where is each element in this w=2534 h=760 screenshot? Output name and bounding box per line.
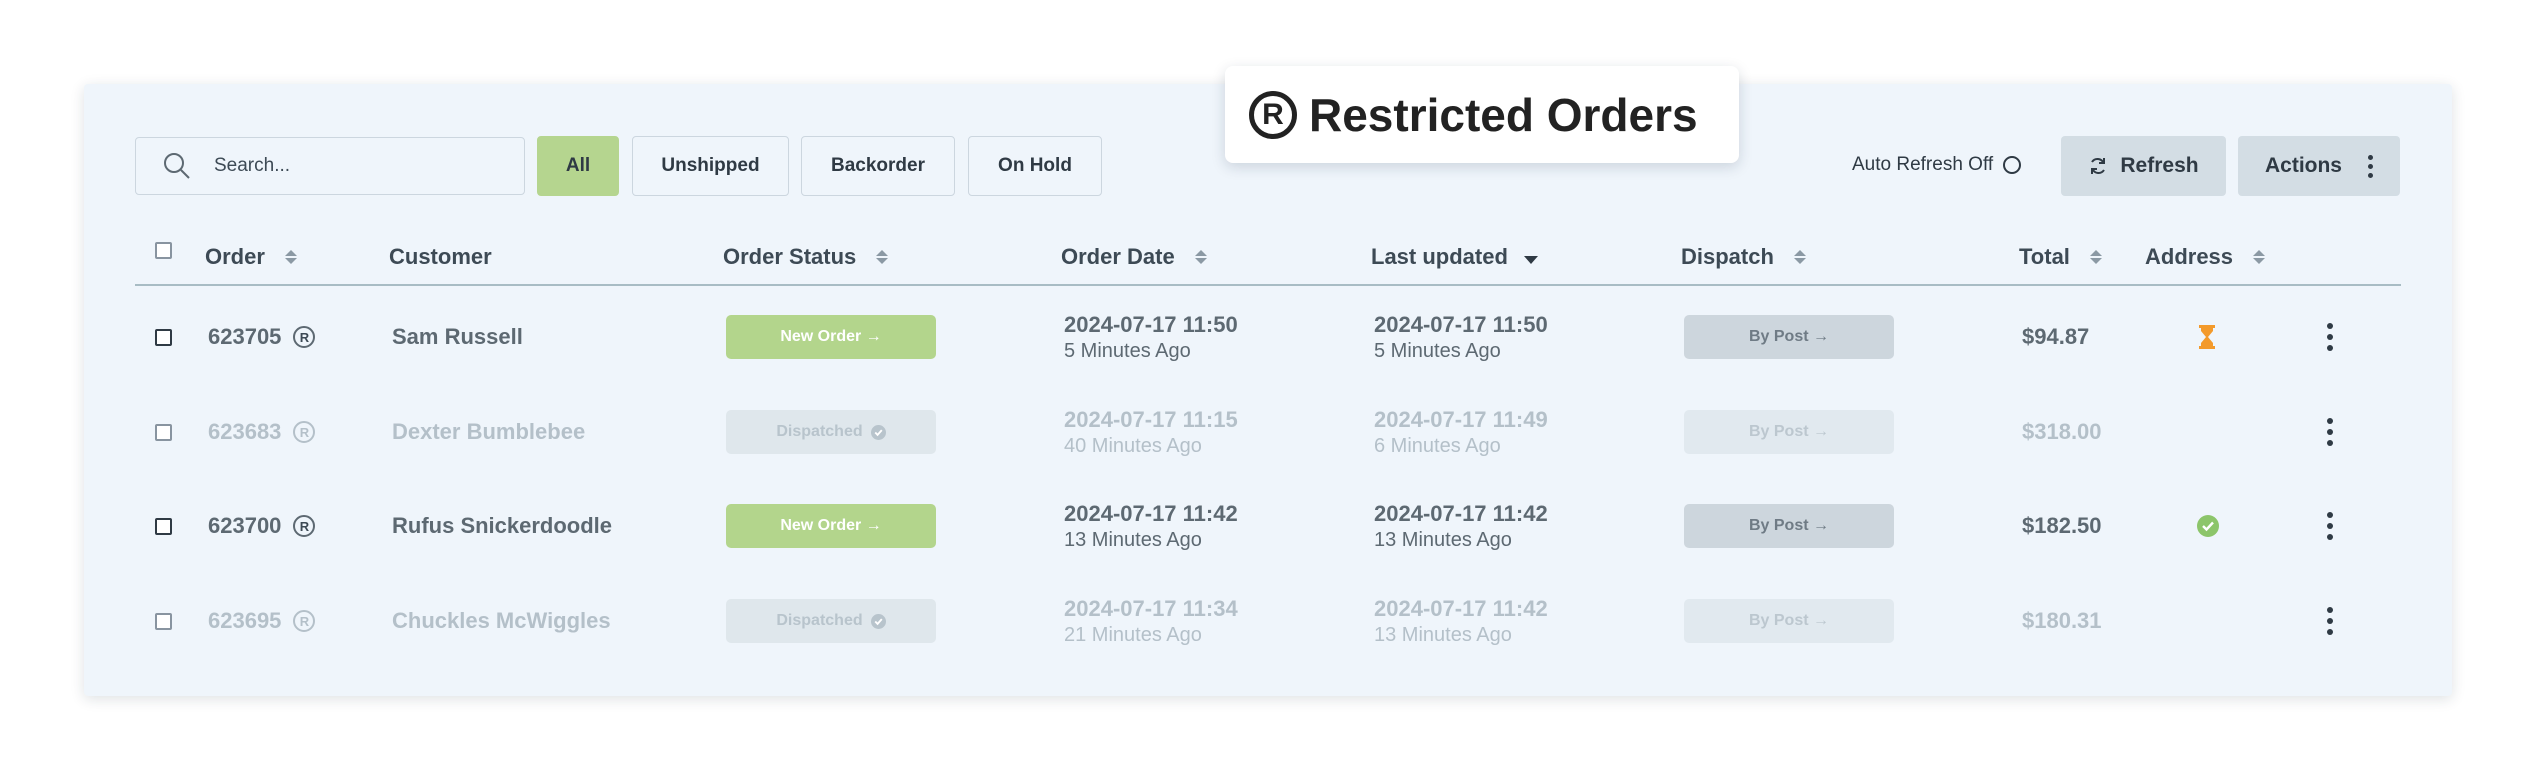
filter-backorder[interactable]: Backorder xyxy=(801,136,955,196)
search-box[interactable] xyxy=(135,137,525,195)
col-customer: Customer xyxy=(389,244,492,269)
order-date-cell: 2024-07-17 11:15 40 Minutes Ago xyxy=(1064,406,1238,457)
total-amount: $182.50 xyxy=(2022,513,2102,538)
updated-date-cell: 2024-07-17 11:42 13 Minutes Ago xyxy=(1374,595,1548,646)
table-header: Order Customer Order Status Order Date L… xyxy=(135,236,2401,286)
sort-icon xyxy=(2089,250,2102,264)
dispatch-badge[interactable]: By Post → xyxy=(1684,599,1894,643)
row-menu-button[interactable] xyxy=(2327,479,2333,573)
registered-icon: R xyxy=(293,326,316,348)
row-checkbox[interactable] xyxy=(155,290,172,384)
auto-refresh-toggle[interactable]: Auto Refresh Off xyxy=(1852,154,2022,176)
registered-icon: R xyxy=(1249,90,1297,139)
sort-icon xyxy=(1793,250,1806,264)
col-last-updated[interactable]: Last updated xyxy=(1371,244,1538,270)
dispatch-cell[interactable]: By Post → xyxy=(1684,479,1894,573)
sort-desc-icon xyxy=(1523,256,1538,264)
table-row[interactable]: 623695 R Chuckles McWiggles Dispatched 20… xyxy=(135,574,2401,668)
sort-icon xyxy=(284,250,297,264)
check-circle-icon xyxy=(870,424,886,440)
table-row[interactable]: 623705 R Sam Russell New Order → 2024-07-… xyxy=(135,290,2401,384)
filter-all[interactable]: All xyxy=(537,136,619,196)
status-cell[interactable]: Dispatched xyxy=(726,385,936,479)
sort-icon xyxy=(1194,250,1207,264)
address-status xyxy=(2197,479,2219,573)
status-cell[interactable]: New Order → xyxy=(726,479,936,573)
row-menu-button[interactable] xyxy=(2327,290,2333,384)
customer-name: Rufus Snickerdoodle xyxy=(392,513,613,538)
address-status xyxy=(2198,290,2216,384)
refresh-label: Refresh xyxy=(2120,154,2199,177)
more-vertical-icon xyxy=(2327,418,2333,446)
filter-on-hold[interactable]: On Hold xyxy=(968,136,1102,196)
total-amount: $180.31 xyxy=(2022,608,2102,633)
refresh-icon xyxy=(2091,157,2106,175)
order-id-cell: 623705 R xyxy=(208,290,316,384)
search-input[interactable] xyxy=(214,155,494,177)
status-badge[interactable]: New Order → xyxy=(726,315,936,359)
col-dispatch[interactable]: Dispatch xyxy=(1681,244,1806,270)
row-checkbox[interactable] xyxy=(155,574,172,668)
page-title-card: R Restricted Orders xyxy=(1225,66,1739,163)
sort-icon xyxy=(876,250,889,264)
sort-icon xyxy=(2253,250,2266,264)
status-badge[interactable]: New Order → xyxy=(726,504,936,548)
registered-icon: R xyxy=(293,515,316,537)
col-total[interactable]: Total xyxy=(2019,244,2102,270)
col-order-status[interactable]: Order Status xyxy=(723,244,889,270)
auto-refresh-label: Auto Refresh Off xyxy=(1852,154,1994,175)
refresh-button[interactable]: Refresh xyxy=(2061,136,2226,196)
total-amount: $94.87 xyxy=(2022,324,2090,349)
auto-refresh-radio[interactable] xyxy=(2003,156,2022,174)
status-badge[interactable]: Dispatched xyxy=(726,599,936,643)
filter-unshipped[interactable]: Unshipped xyxy=(632,136,789,196)
row-checkbox[interactable] xyxy=(155,479,172,573)
col-order[interactable]: Order xyxy=(205,244,297,270)
row-checkbox[interactable] xyxy=(155,385,172,479)
customer-name: Chuckles McWiggles xyxy=(392,608,611,633)
col-order-date[interactable]: Order Date xyxy=(1061,244,1207,270)
dispatch-cell[interactable]: By Post → xyxy=(1684,574,1894,668)
check-circle-icon xyxy=(870,613,886,629)
customer-name: Dexter Bumblebee xyxy=(392,419,586,444)
row-menu-button[interactable] xyxy=(2327,574,2333,668)
row-menu-button[interactable] xyxy=(2327,385,2333,479)
table-row[interactable]: 623700 R Rufus Snickerdoodle New Order → … xyxy=(135,479,2401,573)
search-icon xyxy=(164,153,190,179)
order-id-cell: 623700 R xyxy=(208,479,316,573)
order-id-cell: 623695 R xyxy=(208,574,316,668)
updated-date-cell: 2024-07-17 11:50 5 Minutes Ago xyxy=(1374,311,1548,362)
more-vertical-icon xyxy=(2368,154,2373,178)
col-address[interactable]: Address xyxy=(2145,244,2266,270)
actions-label: Actions xyxy=(2264,154,2342,177)
order-id-cell: 623683 R xyxy=(208,385,316,479)
order-date-cell: 2024-07-17 11:34 21 Minutes Ago xyxy=(1064,595,1238,646)
actions-button[interactable]: Actions xyxy=(2238,136,2400,196)
updated-date-cell: 2024-07-17 11:42 13 Minutes Ago xyxy=(1374,500,1548,551)
customer-name: Sam Russell xyxy=(392,324,523,349)
updated-date-cell: 2024-07-17 11:49 6 Minutes Ago xyxy=(1374,406,1548,457)
select-all-checkbox[interactable] xyxy=(155,242,172,259)
dispatch-cell[interactable]: By Post → xyxy=(1684,385,1894,479)
more-vertical-icon xyxy=(2327,512,2333,540)
dispatch-badge[interactable]: By Post → xyxy=(1684,504,1894,548)
more-vertical-icon xyxy=(2327,323,2333,351)
registered-icon: R xyxy=(293,421,316,443)
more-vertical-icon xyxy=(2327,607,2333,635)
status-badge[interactable]: Dispatched xyxy=(726,410,936,454)
total-amount: $318.00 xyxy=(2022,419,2102,444)
check-circle-icon xyxy=(2197,515,2219,537)
order-date-cell: 2024-07-17 11:50 5 Minutes Ago xyxy=(1064,311,1238,362)
dispatch-cell[interactable]: By Post → xyxy=(1684,290,1894,384)
order-date-cell: 2024-07-17 11:42 13 Minutes Ago xyxy=(1064,500,1238,551)
page-title: Restricted Orders xyxy=(1309,88,1698,141)
status-cell[interactable]: Dispatched xyxy=(726,574,936,668)
status-cell[interactable]: New Order → xyxy=(726,290,936,384)
dispatch-badge[interactable]: By Post → xyxy=(1684,315,1894,359)
table-row[interactable]: 623683 R Dexter Bumblebee Dispatched 2024… xyxy=(135,385,2401,479)
registered-icon: R xyxy=(293,610,316,632)
hourglass-icon xyxy=(2199,325,2215,349)
dispatch-badge[interactable]: By Post → xyxy=(1684,410,1894,454)
